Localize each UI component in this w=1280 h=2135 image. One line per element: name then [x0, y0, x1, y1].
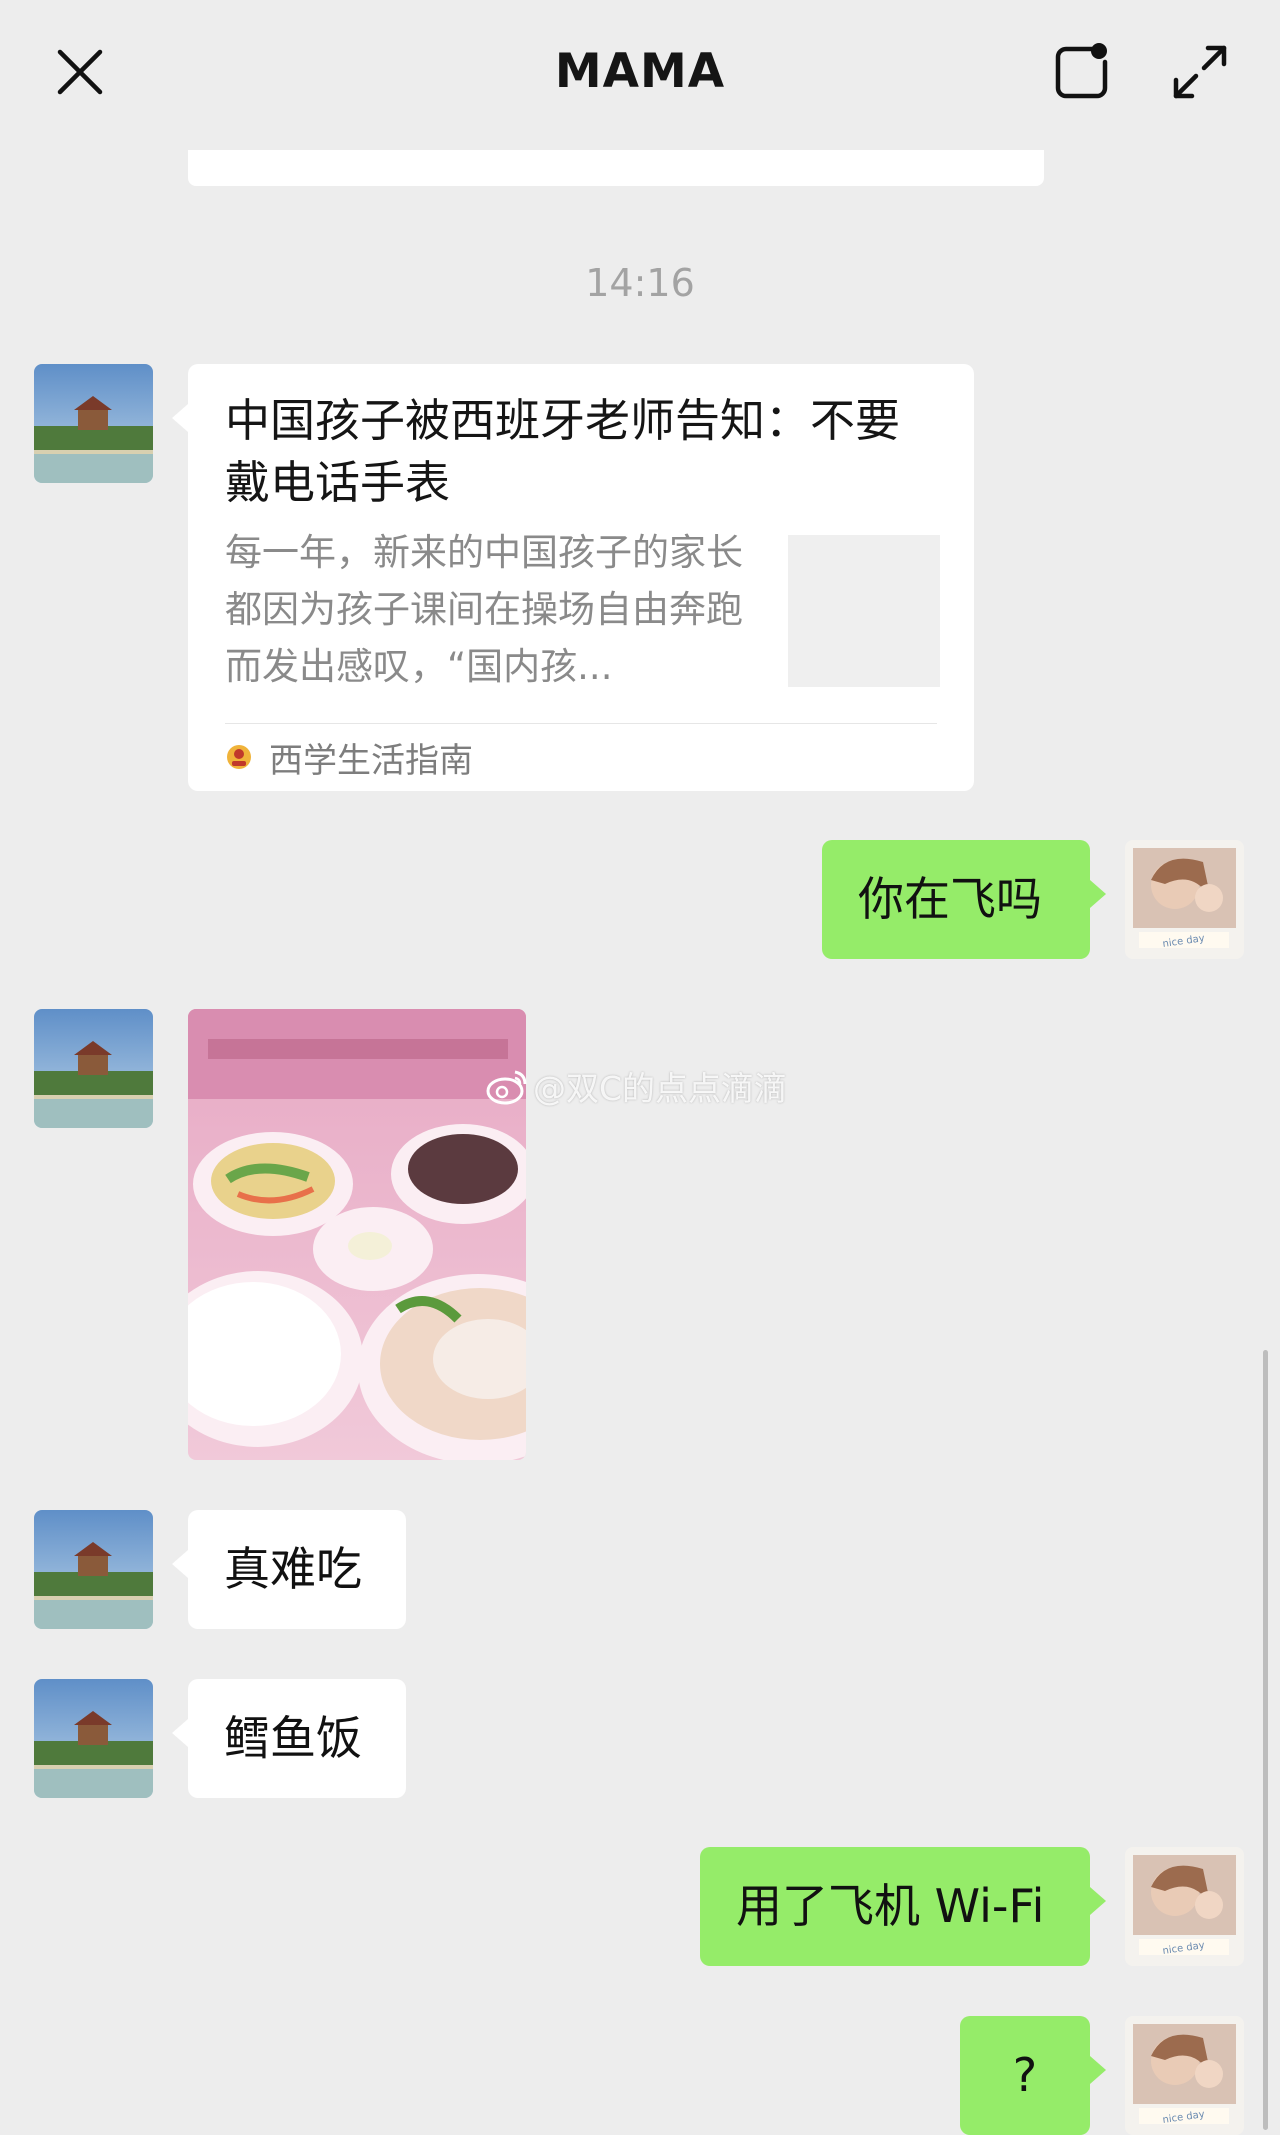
expand-icon[interactable]	[1170, 42, 1230, 102]
message-text: 真难吃	[224, 1542, 362, 1596]
source-name: 西学生活指南	[269, 740, 473, 781]
chat-header: MAMA	[0, 0, 1280, 150]
article-description: 每一年，新来的中国孩子的家长都因为孩子课间在操场自由奔跑而发出感叹，“国内孩..…	[225, 531, 743, 688]
my-avatar[interactable]: nice day	[1125, 840, 1244, 959]
message-text: 用了飞机 Wi-Fi	[736, 1879, 1045, 1933]
landscape-avatar-image	[34, 1679, 153, 1798]
portrait-avatar-image: nice day	[1125, 1847, 1244, 1966]
image-message[interactable]	[188, 1009, 526, 1460]
scrollbar[interactable]	[1263, 1350, 1268, 2130]
float-window-icon[interactable]	[1052, 40, 1114, 102]
official-account-icon	[227, 745, 251, 769]
previous-message-card[interactable]	[188, 150, 1044, 186]
timestamp: 14:16	[585, 261, 695, 305]
article-thumbnail	[788, 535, 940, 687]
article-share-card[interactable]: 中国孩子被西班牙老师告知：不要戴电话手表 每一年，新来的中国孩子的家长都因为孩子…	[172, 364, 974, 791]
contact-avatar[interactable]	[34, 1510, 153, 1629]
article-source: 西学生活指南	[225, 732, 473, 782]
landscape-avatar-image	[34, 1510, 153, 1629]
contact-avatar[interactable]	[34, 1009, 153, 1128]
message-bubble-received[interactable]: 真难吃	[172, 1510, 406, 1629]
portrait-avatar-image: nice day	[1125, 2016, 1244, 2135]
message-bubble-sent[interactable]: 你在飞吗	[822, 840, 1106, 959]
contact-avatar[interactable]	[34, 364, 153, 483]
weibo-watermark: @双C的点点滴滴	[485, 1064, 787, 1108]
my-avatar[interactable]: nice day	[1125, 2016, 1244, 2135]
contact-avatar[interactable]	[34, 1679, 153, 1798]
card-divider	[225, 723, 937, 724]
watermark-text: @双C的点点滴滴	[533, 1069, 788, 1108]
message-text: 鳕鱼饭	[224, 1711, 362, 1765]
message-bubble-sent[interactable]: ?	[960, 2016, 1106, 2135]
message-bubble-sent[interactable]: 用了飞机 Wi-Fi	[700, 1847, 1106, 1966]
weibo-icon	[486, 1070, 527, 1105]
message-text: ?	[1012, 2048, 1038, 2102]
portrait-avatar-image: nice day	[1125, 840, 1244, 959]
meal-photo	[188, 1009, 526, 1460]
landscape-avatar-image	[34, 1009, 153, 1128]
article-title: 中国孩子被西班牙老师告知：不要戴电话手表	[225, 394, 901, 509]
my-avatar[interactable]: nice day	[1125, 1847, 1244, 1966]
landscape-avatar-image	[34, 364, 153, 483]
message-bubble-received[interactable]: 鳕鱼饭	[172, 1679, 406, 1798]
message-text: 你在飞吗	[858, 872, 1042, 926]
